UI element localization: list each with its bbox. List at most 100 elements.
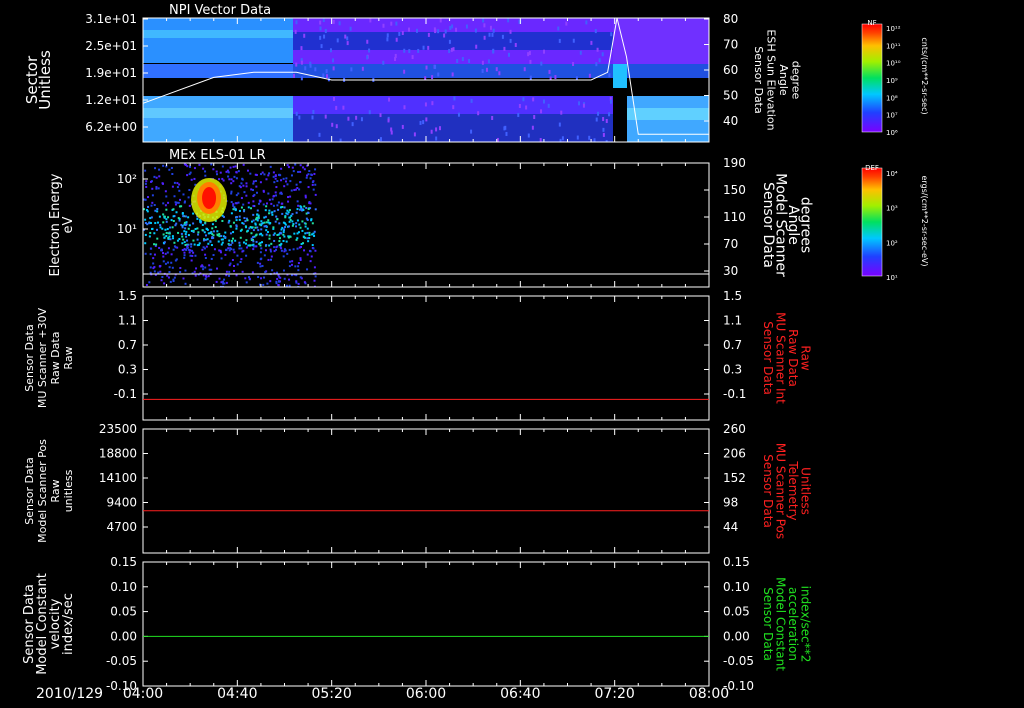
heat-cell	[156, 237, 159, 240]
heat-cell	[201, 223, 204, 226]
y2-tick-label: 40	[723, 114, 738, 128]
heat-cell	[306, 174, 309, 177]
heat-cell	[238, 241, 241, 244]
y-tick-label: 0.05	[110, 605, 137, 619]
heat-cell	[401, 124, 404, 129]
heat-cell	[403, 69, 406, 74]
heat-cell	[268, 237, 271, 240]
y2-axis-label: Sensor DataMU Scanner IntRaw DataRaw	[761, 312, 813, 404]
heat-cell	[172, 248, 175, 251]
heat-cell	[145, 284, 148, 287]
heat-cell	[368, 110, 371, 115]
colorbar-tick: 10¹⁰	[886, 60, 901, 68]
heat-cell	[244, 220, 247, 223]
heat-cell	[228, 239, 231, 242]
heat-cell	[296, 232, 299, 235]
heat-cell	[487, 59, 490, 64]
heat-cell	[269, 165, 272, 168]
heat-cell	[178, 183, 181, 186]
heat-cell	[561, 136, 564, 141]
heat-cell	[252, 213, 255, 216]
heat-cell	[309, 250, 312, 253]
heat-cell	[252, 248, 255, 251]
heat-cell	[346, 36, 349, 41]
heat-cell	[251, 271, 254, 274]
colorbar-tick: 10¹	[886, 274, 898, 282]
heat-cell	[179, 271, 182, 274]
heat-cell	[257, 229, 260, 232]
heat-cell	[174, 224, 177, 227]
heat-cell	[252, 219, 255, 222]
heat-cell	[422, 45, 425, 50]
heat-cell	[154, 167, 157, 170]
heat-cell	[153, 175, 156, 178]
heat-cell	[609, 99, 612, 104]
heat-cell	[313, 172, 316, 175]
heat-cell	[178, 238, 181, 241]
heat-cell	[232, 208, 235, 211]
heat-cell	[152, 262, 155, 265]
heat-cell	[268, 172, 271, 175]
heat-cell	[325, 69, 328, 74]
y2-tick-label: 70	[723, 38, 738, 52]
y-tick-label: 23500	[99, 422, 137, 436]
heat-cell	[187, 234, 190, 237]
x-tick-label: 04:00	[123, 686, 163, 702]
heat-cell	[431, 101, 434, 106]
heat-cell	[498, 71, 501, 76]
heat-cell	[294, 188, 297, 191]
heat-cell	[332, 58, 335, 63]
heat-cell	[288, 216, 291, 219]
heat-cell	[265, 221, 268, 224]
y-tick-label: 10¹	[117, 222, 137, 236]
heat-cell	[280, 167, 283, 170]
heat-cell	[280, 192, 283, 195]
heat-cell	[470, 129, 473, 134]
heat-cell	[247, 276, 250, 279]
y2-axis-label-line: Sensor Data	[761, 587, 775, 661]
heat-cell	[275, 186, 278, 189]
heat-cell	[189, 171, 192, 174]
heat-cell	[483, 23, 486, 28]
heat-cell	[174, 201, 177, 204]
heat-cell	[247, 201, 250, 204]
heat-cell	[238, 215, 241, 218]
y-tick-label: 0.10	[110, 580, 137, 594]
heat-cell	[256, 219, 259, 222]
heat-cell	[280, 242, 283, 245]
heat-cell	[320, 44, 323, 49]
heat-cell	[296, 247, 299, 250]
heat-cell	[488, 32, 491, 37]
heat-cell	[259, 181, 262, 184]
heat-cell	[585, 20, 588, 25]
heat-cell	[474, 28, 477, 33]
heat-cell	[167, 216, 170, 219]
y2-tick-label: 50	[723, 89, 738, 103]
heat-cell	[304, 66, 307, 71]
heat-cell	[505, 131, 508, 136]
y2-tick-label: 152	[723, 471, 746, 485]
heat-cell	[163, 241, 166, 244]
heat-cell	[311, 181, 314, 184]
heat-cell	[295, 111, 298, 116]
heat-cell	[355, 115, 358, 120]
heat-cell	[435, 127, 438, 132]
heat-cell	[401, 30, 404, 35]
heat-cell	[314, 193, 317, 196]
heat-cell	[275, 215, 278, 218]
heat-cell	[292, 223, 295, 226]
y2-axis-label: Sensor DataMU Scanner PosTelemetryUnitle…	[761, 443, 813, 539]
heat-cell	[278, 237, 281, 240]
heat-cell	[150, 216, 153, 219]
heat-cell	[234, 208, 237, 211]
heat-cell	[172, 219, 175, 222]
heat-cell	[254, 222, 257, 225]
y-axis-label: Sensor Data MU Scanner +30V Raw Data Raw	[23, 307, 75, 408]
heat-cell	[386, 37, 389, 42]
heat-cell	[153, 204, 156, 207]
heat-cell	[183, 251, 186, 254]
heat-cell	[183, 230, 186, 233]
y2-tick-label: 80	[723, 12, 738, 26]
heat-cell	[509, 38, 512, 43]
heat-cell	[153, 266, 156, 269]
